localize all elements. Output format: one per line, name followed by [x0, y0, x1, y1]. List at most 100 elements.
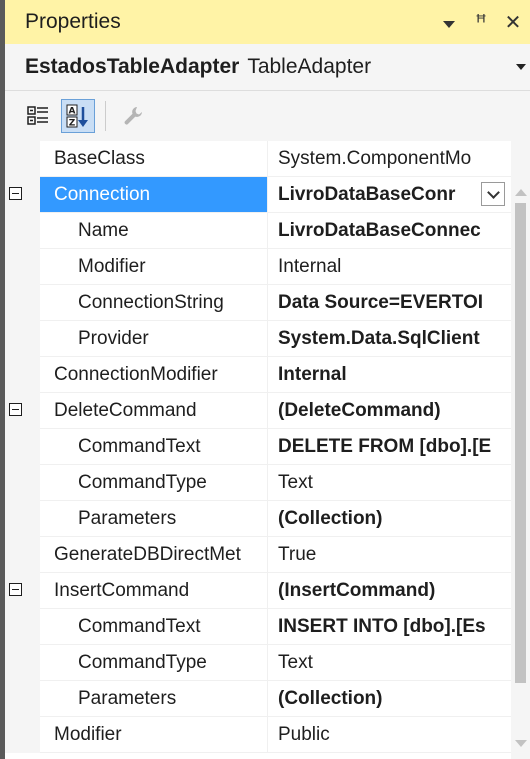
row-gutter — [5, 213, 40, 249]
property-value[interactable]: (InsertCommand) — [268, 573, 511, 609]
property-name[interactable]: CommandText — [40, 609, 268, 645]
property-value-text: System.ComponentMo — [278, 147, 472, 169]
property-value[interactable]: DELETE FROM [dbo].[E — [268, 429, 511, 465]
property-value-text: True — [278, 543, 317, 565]
row-gutter — [5, 465, 40, 501]
property-value[interactable]: INSERT INTO [dbo].[Es — [268, 609, 511, 645]
property-value-text: Public — [278, 723, 330, 745]
property-name[interactable]: CommandType — [40, 465, 268, 501]
categorized-button[interactable] — [21, 99, 55, 133]
scroll-up-icon[interactable] — [515, 189, 527, 196]
property-name[interactable]: ConnectionString — [40, 285, 268, 321]
property-row[interactable]: Connection LivroDataBaseConr — [5, 177, 511, 213]
property-name[interactable]: Parameters — [40, 501, 268, 537]
property-name[interactable]: Parameters — [40, 681, 268, 717]
property-value[interactable]: LivroDataBaseConr — [268, 177, 511, 213]
property-value-text: (InsertCommand) — [278, 579, 436, 601]
value-dropdown-button[interactable] — [481, 182, 505, 206]
object-name: EstadosTableAdapter — [25, 55, 240, 78]
property-value-text: (Collection) — [278, 507, 383, 529]
property-value[interactable]: Internal — [268, 249, 511, 285]
property-name[interactable]: BaseClass — [40, 141, 268, 177]
property-name[interactable]: CommandText — [40, 429, 268, 465]
property-row[interactable]: CommandText DELETE FROM [dbo].[E — [5, 429, 511, 465]
property-value[interactable]: Text — [268, 645, 511, 681]
property-value[interactable]: True — [268, 537, 511, 573]
property-row[interactable]: Parameters (Collection) — [5, 501, 511, 537]
property-value[interactable]: (DeleteCommand) — [268, 393, 511, 429]
property-value-text: LivroDataBaseConnec — [278, 219, 481, 241]
pin-icon[interactable]: ꟸ — [470, 10, 492, 35]
row-gutter — [5, 609, 40, 645]
property-row[interactable]: GenerateDBDirectMet True — [5, 537, 511, 573]
property-name[interactable]: Modifier — [40, 717, 268, 753]
property-row[interactable]: CommandType Text — [5, 465, 511, 501]
property-name[interactable]: Provider — [40, 321, 268, 357]
property-name[interactable]: Name — [40, 213, 268, 249]
property-value-text: (DeleteCommand) — [278, 399, 441, 421]
property-value-text: INSERT INTO [dbo].[Es — [278, 615, 486, 637]
collapse-icon[interactable] — [9, 187, 22, 200]
row-gutter — [5, 141, 40, 177]
close-icon[interactable]: ✕ — [502, 10, 524, 35]
property-value[interactable]: (Collection) — [268, 501, 511, 537]
property-value[interactable]: Text — [268, 465, 511, 501]
scroll-down-icon[interactable] — [515, 740, 527, 747]
categorized-icon — [27, 106, 48, 125]
property-row[interactable]: ConnectionString Data Source=EVERTOI — [5, 285, 511, 321]
collapse-icon[interactable] — [9, 403, 22, 416]
property-row[interactable]: Modifier Public — [5, 717, 511, 753]
row-gutter — [5, 501, 40, 537]
property-name[interactable]: DeleteCommand — [40, 393, 268, 429]
properties-toolbar: A Z — [5, 91, 530, 141]
property-row[interactable]: CommandType Text — [5, 645, 511, 681]
vertical-scrollbar[interactable] — [511, 141, 530, 759]
property-name[interactable]: Modifier — [40, 249, 268, 285]
title-controls: ꟸ ✕ — [438, 0, 524, 44]
title-bar[interactable]: Properties ꟸ ✕ — [5, 0, 530, 44]
row-gutter — [5, 717, 40, 753]
property-row[interactable]: Name LivroDataBaseConnec — [5, 213, 511, 249]
property-value-text: Data Source=EVERTOI — [278, 291, 484, 313]
object-selector[interactable]: EstadosTableAdapter TableAdapter — [5, 44, 530, 91]
property-name[interactable]: InsertCommand — [40, 573, 268, 609]
property-value[interactable]: Public — [268, 717, 511, 753]
alphabetical-button[interactable]: A Z — [61, 99, 95, 133]
scrollbar-thumb[interactable] — [515, 203, 526, 683]
row-gutter — [5, 645, 40, 681]
wrench-icon — [124, 107, 142, 125]
property-value[interactable]: Data Source=EVERTOI — [268, 285, 511, 321]
property-pages-button[interactable] — [116, 99, 150, 133]
dropdown-arrow-icon — [443, 20, 455, 28]
property-name[interactable]: ConnectionModifier — [40, 357, 268, 393]
row-gutter — [5, 249, 40, 285]
window-position-dropdown[interactable] — [438, 11, 460, 34]
property-row[interactable]: InsertCommand (InsertCommand) — [5, 573, 511, 609]
row-gutter — [5, 285, 40, 321]
chevron-down-icon[interactable] — [516, 64, 526, 70]
svg-text:Z: Z — [69, 119, 76, 129]
property-value[interactable]: (Collection) — [268, 681, 511, 717]
property-name[interactable]: Connection — [40, 177, 268, 213]
property-row[interactable]: BaseClass System.ComponentMo — [5, 141, 511, 177]
property-row[interactable]: ConnectionModifier Internal — [5, 357, 511, 393]
property-value[interactable]: System.Data.SqlClient — [268, 321, 511, 357]
property-value[interactable]: System.ComponentMo — [268, 141, 511, 177]
property-name[interactable]: CommandType — [40, 645, 268, 681]
row-gutter — [5, 573, 40, 609]
property-value[interactable]: LivroDataBaseConnec — [268, 213, 511, 249]
collapse-icon[interactable] — [9, 583, 22, 596]
property-row[interactable]: Parameters (Collection) — [5, 681, 511, 717]
properties-window: Properties ꟸ ✕ EstadosTableAdapter Table… — [0, 0, 530, 759]
row-gutter — [5, 321, 40, 357]
row-gutter — [5, 681, 40, 717]
property-value-text: Text — [278, 651, 313, 673]
property-row[interactable]: Modifier Internal — [5, 249, 511, 285]
property-value-text: Internal — [278, 363, 347, 385]
property-row[interactable]: Provider System.Data.SqlClient — [5, 321, 511, 357]
property-row[interactable]: CommandText INSERT INTO [dbo].[Es — [5, 609, 511, 645]
property-row[interactable]: DeleteCommand (DeleteCommand) — [5, 393, 511, 429]
alphabetical-icon: A Z — [66, 104, 88, 129]
property-value[interactable]: Internal — [268, 357, 511, 393]
property-name[interactable]: GenerateDBDirectMet — [40, 537, 268, 573]
